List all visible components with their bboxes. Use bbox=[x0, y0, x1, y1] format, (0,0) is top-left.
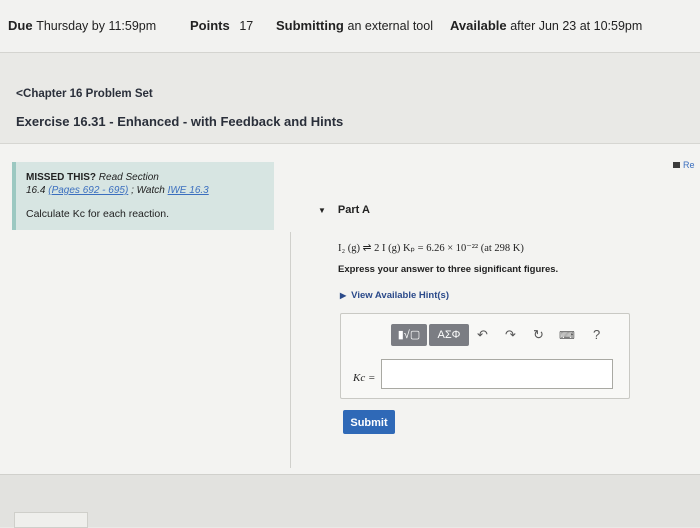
breadcrumb-label: Chapter 16 Problem Set bbox=[23, 88, 153, 100]
view-hints-label: View Available Hint(s) bbox=[351, 290, 449, 301]
help-button[interactable]: ? bbox=[593, 327, 600, 342]
missed-this-hint-box: MISSED THIS? Read Section 16.4 (Pages 69… bbox=[12, 162, 274, 230]
exercise-title: Exercise 16.31 - Enhanced - with Feedbac… bbox=[16, 114, 344, 129]
section-number: 16.4 bbox=[26, 185, 46, 196]
part-a-header[interactable]: ▼ Part A bbox=[318, 204, 370, 216]
play-triangle-icon: ▶ bbox=[340, 291, 347, 300]
view-hints-link[interactable]: ▶ View Available Hint(s) bbox=[340, 290, 449, 301]
due-value: Thursday by 11:59pm bbox=[36, 19, 157, 33]
undo-icon[interactable]: ↶ bbox=[477, 327, 488, 343]
due-label: Due bbox=[8, 18, 33, 33]
hint-instruction: Calculate Kc for each reaction. bbox=[26, 208, 169, 220]
chevron-left-icon: < bbox=[16, 86, 24, 100]
read-label: Read Section bbox=[98, 172, 159, 183]
pages-link[interactable]: (Pages 692 - 695) bbox=[48, 185, 128, 196]
due-info: Due Thursday by 11:59pm bbox=[8, 18, 156, 33]
submitting-info: Submitting an external tool bbox=[276, 18, 433, 33]
greek-letters-button[interactable]: ΑΣΦ bbox=[429, 324, 469, 346]
assignment-details-bar: Due Thursday by 11:59pm Points 17 Submit… bbox=[0, 0, 700, 53]
templates-button[interactable]: ▮√▢ bbox=[391, 324, 427, 346]
hint-line-1: MISSED THIS? Read Section bbox=[26, 172, 274, 183]
points-label: Points bbox=[190, 18, 230, 33]
resource-icon bbox=[673, 162, 680, 168]
column-divider bbox=[290, 232, 291, 468]
hint-line-2: 16.4 (Pages 692 - 695) ; Watch IWE 16.3 bbox=[26, 185, 274, 196]
part-a-label: Part A bbox=[337, 204, 370, 216]
reset-icon[interactable]: ↻ bbox=[533, 327, 544, 343]
available-info: Available after Jun 23 at 10:59pm bbox=[450, 18, 642, 33]
keyboard-icon[interactable]: ⌨ bbox=[559, 329, 575, 342]
breadcrumb[interactable]: <Chapter 16 Problem Set bbox=[16, 86, 153, 100]
kc-answer-input[interactable] bbox=[381, 359, 613, 389]
answer-instruction: Express your answer to three significant… bbox=[338, 264, 559, 275]
points-info: Points 17 bbox=[190, 18, 253, 33]
points-value: 17 bbox=[239, 19, 254, 33]
iwe-link[interactable]: IWE 16.3 bbox=[168, 185, 209, 196]
available-label: Available bbox=[450, 18, 507, 33]
resource-link-label: Re bbox=[683, 160, 695, 170]
watch-label: ; Watch bbox=[131, 185, 165, 196]
submit-button[interactable]: Submit bbox=[343, 410, 395, 434]
reaction-equation: I₂ (g) ⇌ 2 I (g) Kₚ = 6.26 × 10⁻²² (at 2… bbox=[338, 243, 524, 254]
collapse-triangle-icon: ▼ bbox=[318, 206, 326, 215]
answer-area: ▮√▢ ΑΣΦ ↶ ↷ ↻ ⌨ ? Kc = bbox=[340, 313, 630, 399]
missed-label: MISSED THIS? bbox=[26, 172, 97, 183]
available-value: after Jun 23 at 10:59pm bbox=[510, 19, 643, 33]
submitting-value: an external tool bbox=[347, 19, 433, 33]
kc-label: Kc = bbox=[353, 372, 376, 384]
redo-icon[interactable]: ↷ bbox=[505, 327, 516, 343]
resource-link[interactable]: Re bbox=[673, 160, 695, 170]
bottom-strip bbox=[0, 474, 700, 527]
submitting-label: Submitting bbox=[276, 18, 344, 33]
